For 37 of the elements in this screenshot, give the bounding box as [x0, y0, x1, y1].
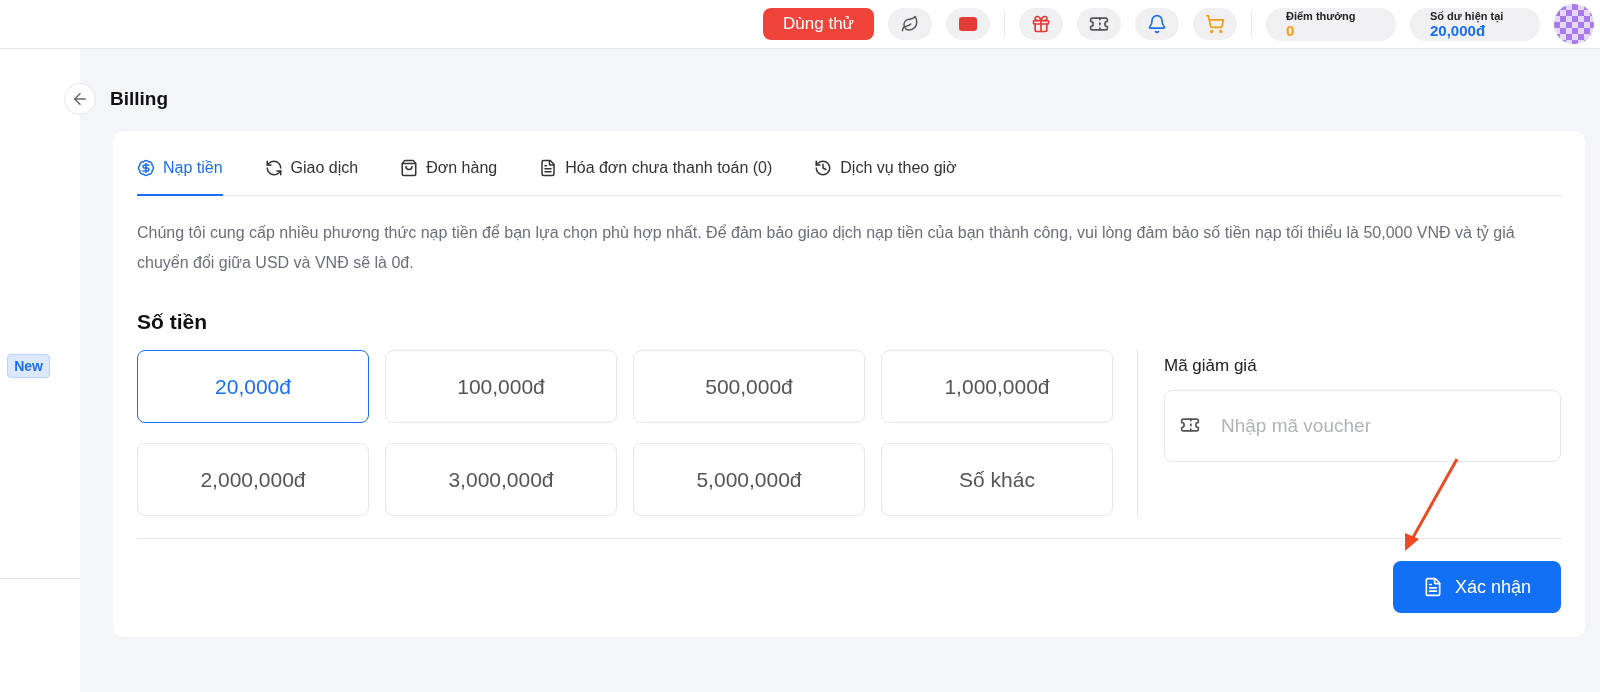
amount-option[interactable]: 1,000,000đ [881, 350, 1113, 423]
flag-icon[interactable] [946, 8, 990, 40]
amount-title: Số tiền [137, 310, 208, 334]
bell-icon[interactable] [1135, 8, 1179, 40]
document-icon [539, 159, 558, 177]
description: Chúng tôi cung cấp nhiều phương thức nạp tiền để bạn lựa chọn phù hợp nhất. Để đảm bảo giao dịch nạp tiền của bạn thành công, vui lòng đảm bảo số tiền nạp tối thiểu là 50,000 VNĐ và tỷ giá chuyển đổi giữa USD và VNĐ sẽ là 0đ. [137, 223, 1516, 273]
tab[interactable]: Đơn hàng [400, 131, 498, 196]
tab[interactable]: Hóa đơn chưa thanh toán (0) [539, 131, 773, 196]
amount-option[interactable]: Số khác [881, 443, 1113, 516]
dollar-icon [137, 159, 155, 177]
trial-button[interactable]: Dùng thử [763, 8, 874, 40]
amount-option[interactable]: 100,000đ [385, 350, 617, 423]
amount-option[interactable]: 5,000,000đ [633, 443, 865, 516]
ticket-icon[interactable] [1077, 8, 1121, 40]
history-icon [814, 159, 833, 177]
points-value: 0 [1286, 21, 1296, 39]
tab[interactable]: Giao dịch [264, 131, 359, 196]
avatar[interactable] [1554, 4, 1594, 44]
leaf-icon[interactable] [888, 8, 932, 40]
gift-icon[interactable] [1019, 8, 1063, 40]
confirm-button[interactable]: Xác nhận [1392, 561, 1561, 613]
bag-icon [400, 159, 419, 177]
amount-option[interactable]: 2,000,000đ [137, 443, 369, 516]
tab[interactable]: Nạp tiền [137, 131, 223, 196]
points-label: Điểm thưởng [1286, 9, 1357, 22]
voucher-label: Mã giảm giá [1164, 356, 1258, 376]
page-title: Billing [110, 88, 169, 110]
tab[interactable]: Dịch vụ theo giờ [814, 131, 957, 196]
amount-option[interactable]: 500,000đ [633, 350, 865, 423]
amount-option[interactable]: 20,000đ [137, 350, 369, 423]
balance-value: 20,000đ [1430, 21, 1486, 39]
new-badge: New [7, 354, 50, 378]
voucher-field[interactable]: Nhập mã voucher [1164, 390, 1561, 462]
amount-option[interactable]: 3,000,000đ [385, 443, 617, 516]
exchange-icon [264, 159, 283, 177]
cart-icon[interactable] [1193, 8, 1237, 40]
balance-label: Số dư hiện tại [1430, 9, 1505, 22]
